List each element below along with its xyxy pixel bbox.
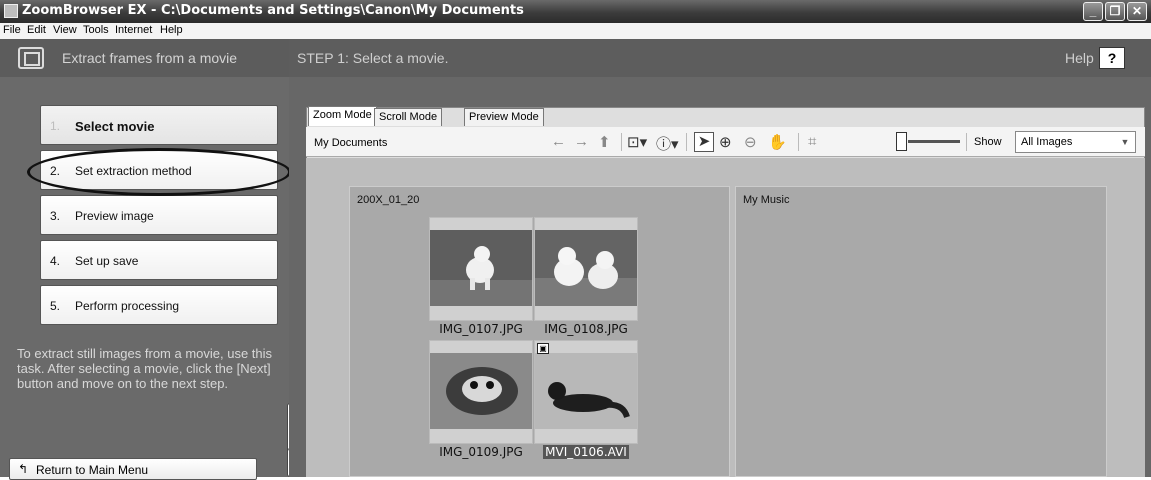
thumbnail-area: 200X_01_20 IMG_0107.JPG IMG_0108.JPG IMG… — [306, 158, 1145, 477]
toolbar-separator — [798, 133, 799, 151]
menu-view[interactable]: View — [53, 24, 77, 36]
app-icon — [4, 4, 18, 18]
zoom-out-icon[interactable]: ⊖ — [744, 133, 757, 151]
zoom-slider-track[interactable] — [908, 140, 960, 143]
show-label: Show — [974, 136, 1002, 148]
current-folder-label: My Documents — [314, 137, 388, 149]
tab-zoom-mode[interactable]: Zoom Mode — [308, 106, 377, 126]
task-description: To extract still images from a movie, us… — [17, 346, 273, 391]
step-number: 4. — [50, 254, 61, 268]
task-panel-header: Extract frames from a movie — [0, 39, 289, 77]
step-label: Set up save — [75, 254, 139, 268]
forward-arrow-icon[interactable]: → — [574, 133, 589, 150]
menu-file[interactable]: File — [3, 24, 21, 36]
step-label: Select movie — [75, 119, 155, 134]
show-filter-value: All Images — [1021, 136, 1073, 148]
toolbar-separator — [966, 133, 967, 151]
step-number: 1. — [50, 119, 61, 133]
task-panel: Extract frames from a movie 1. Select mo… — [0, 39, 289, 480]
restore-button[interactable]: ❐ — [1105, 2, 1125, 21]
highlight-ellipse — [27, 148, 291, 196]
file-name: MVI_0106.AVI — [543, 445, 629, 459]
menu-edit[interactable]: Edit — [27, 24, 46, 36]
menu-internet[interactable]: Internet — [115, 24, 152, 36]
step-preview-image[interactable]: 3. Preview image — [40, 195, 278, 235]
menu-tools[interactable]: Tools — [83, 24, 109, 36]
toolbar-separator — [621, 133, 622, 151]
step-title: STEP 1: Select a movie. — [297, 50, 449, 66]
fit-icon[interactable]: ⌗ — [808, 133, 816, 150]
step-number: 3. — [50, 209, 61, 223]
info-icon[interactable]: ⓘ▾ — [656, 133, 679, 154]
return-arrow-icon: ↰ — [18, 462, 29, 476]
step-label: Perform processing — [75, 299, 180, 313]
zoom-in-icon[interactable]: ⊕ — [719, 133, 732, 151]
thumbnail-item[interactable]: IMG_0107.JPG — [429, 217, 533, 336]
back-arrow-icon[interactable]: ← — [551, 133, 566, 150]
step-label: Preview image — [75, 209, 154, 223]
help-button[interactable]: ? — [1099, 47, 1125, 69]
minimize-button[interactable]: _ — [1083, 2, 1103, 21]
hand-icon[interactable]: ✋ — [768, 133, 787, 151]
step-set-up-save[interactable]: 4. Set up save — [40, 240, 278, 280]
step-perform-processing[interactable]: 5. Perform processing — [40, 285, 278, 325]
folder-name: 200X_01_20 — [357, 194, 420, 206]
folder-group[interactable]: 200X_01_20 IMG_0107.JPG IMG_0108.JPG IMG… — [349, 186, 730, 477]
thumbnail-item[interactable]: IMG_0109.JPG — [429, 340, 533, 459]
title-bar: ZoomBrowser EX - C:\Documents and Settin… — [0, 0, 1151, 23]
window-title: ZoomBrowser EX - C:\Documents and Settin… — [22, 3, 524, 18]
main-panel: STEP 1: Select a movie. Help ? Zoom Mode… — [289, 39, 1151, 477]
menu-help[interactable]: Help — [160, 24, 183, 36]
tab-scroll-mode[interactable]: Scroll Mode — [374, 108, 443, 126]
task-title: Extract frames from a movie — [62, 50, 238, 66]
select-menu-icon[interactable]: ⊡▾ — [627, 133, 647, 151]
return-label: Return to Main Menu — [36, 463, 149, 477]
help-label: Help — [1065, 50, 1094, 66]
ferret-photo-thumbnail — [430, 353, 532, 429]
step-number: 5. — [50, 299, 61, 313]
folder-group[interactable]: My Music — [735, 186, 1107, 477]
chevron-down-icon[interactable]: ▼ — [1117, 134, 1133, 150]
zoom-slider-knob[interactable] — [896, 132, 907, 151]
folder-name: My Music — [743, 194, 790, 206]
main-header: STEP 1: Select a movie. Help ? — [289, 39, 1151, 77]
thumbnail-item[interactable]: IMG_0108.JPG — [534, 217, 638, 336]
browser-toolbar: My Documents ← → ⬆ ⊡▾ ⓘ▾ ➤ ⊕ ⊖ ✋ ⌗ Show … — [306, 127, 1145, 157]
menu-bar: File Edit View Tools Internet Help — [0, 23, 1151, 39]
ferret-movie-thumbnail — [535, 353, 637, 429]
dog-photo-thumbnail — [430, 230, 532, 306]
file-name: IMG_0109.JPG — [439, 445, 523, 459]
file-name: IMG_0108.JPG — [544, 322, 628, 336]
up-folder-icon[interactable]: ⬆ — [598, 133, 611, 151]
close-button[interactable]: ✕ — [1127, 2, 1147, 21]
movie-icon: ▣ — [537, 343, 549, 354]
toolbar-separator — [686, 133, 687, 151]
step-select-movie[interactable]: 1. Select movie — [40, 105, 278, 145]
two-dogs-photo-thumbnail — [535, 230, 637, 306]
pointer-icon[interactable]: ➤ — [694, 132, 714, 152]
thumbnail-item-selected[interactable]: ▣ MVI_0106.AVI — [534, 340, 638, 459]
tab-preview-mode[interactable]: Preview Mode — [464, 108, 544, 126]
show-filter-select[interactable]: All Images ▼ — [1015, 131, 1136, 153]
file-name: IMG_0107.JPG — [439, 322, 523, 336]
extract-frames-icon — [18, 47, 44, 69]
